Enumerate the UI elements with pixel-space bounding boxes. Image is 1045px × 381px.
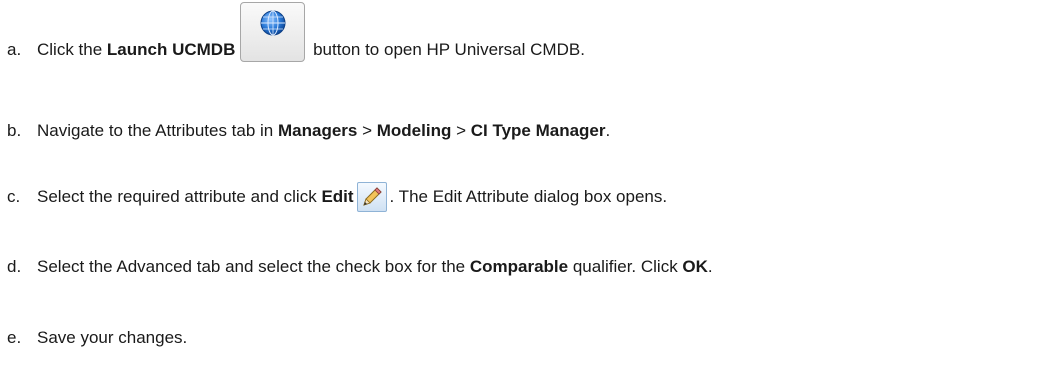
step-letter: d.	[7, 257, 22, 276]
step-letter: c.	[7, 187, 21, 206]
launch-ucmdb-button[interactable]	[240, 2, 306, 62]
step-d: d. Select the Advanced tab and select th…	[0, 249, 713, 285]
globe-icon	[260, 10, 286, 36]
period: .	[605, 121, 611, 140]
launch-ucmdb-label: Launch UCMDB	[106, 40, 236, 59]
step-text: button to open HP Universal CMDB.	[308, 40, 585, 59]
step-text: Navigate to the Attributes tab in	[37, 121, 278, 140]
ok-label: OK	[682, 257, 708, 276]
step-letter: b.	[7, 121, 22, 140]
step-letter: e.	[7, 328, 22, 347]
edit-label: Edit	[321, 187, 354, 206]
step-letter: a.	[7, 40, 22, 59]
step-text: Click the	[37, 40, 107, 59]
step-b: b. Navigate to the Attributes tab in Man…	[0, 113, 610, 149]
edit-button[interactable]	[356, 182, 387, 212]
step-text: Select the required attribute and click	[37, 187, 322, 206]
step-a: a. Click the Launch UCMDB button to open…	[0, 0, 585, 62]
comparable-label: Comparable	[469, 257, 569, 276]
period: .	[707, 257, 713, 276]
step-e: e. Save your changes.	[0, 320, 187, 356]
step-text: Save your changes.	[37, 328, 188, 347]
ci-type-manager-label: CI Type Manager	[470, 121, 606, 140]
step-text: Select the Advanced tab and select the c…	[37, 257, 470, 276]
pencil-icon	[362, 187, 382, 206]
step-c: c. Select the required attribute and cli…	[0, 177, 667, 217]
separator: >	[451, 121, 471, 140]
modeling-label: Modeling	[376, 121, 452, 140]
managers-label: Managers	[277, 121, 358, 140]
step-text: qualifier. Click	[568, 257, 683, 276]
step-text: . The Edit Attribute dialog box opens.	[389, 187, 668, 206]
separator: >	[357, 121, 377, 140]
